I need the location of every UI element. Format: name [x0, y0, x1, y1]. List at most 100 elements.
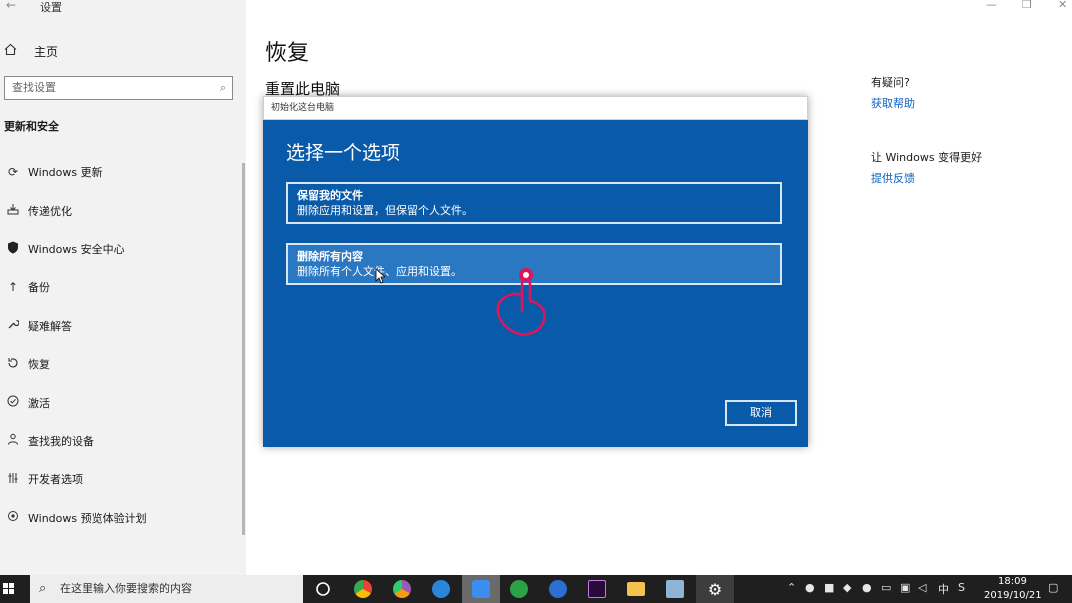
sidebar: ← 设置 主页 查找设置 ⌕ 更新和安全 ⟳ Windows 更新 传递优化 W… [0, 0, 246, 575]
dialog-title: 初始化这台电脑 [263, 96, 808, 120]
sidebar-item-developer[interactable]: 开发者选项 [0, 460, 240, 498]
delivery-icon [0, 203, 22, 218]
option-title: 删除所有内容 [297, 250, 363, 263]
notification-center-icon[interactable]: ▢ [1048, 581, 1058, 594]
battery-icon[interactable]: ▭ [881, 581, 891, 594]
wechat-icon [510, 580, 528, 598]
refresh-icon: ⟳ [7, 165, 19, 180]
sidebar-item-insider[interactable]: Windows 预览体验计划 [0, 499, 240, 537]
sidebar-item-troubleshoot[interactable]: 疑难解答 [0, 307, 240, 345]
close-icon[interactable]: ✕ [1058, 0, 1067, 11]
chrome-icon [354, 580, 372, 598]
sidebar-item-label: 备份 [28, 281, 50, 295]
network-icon[interactable]: ▣ [900, 581, 910, 594]
dialog-heading: 选择一个选项 [286, 142, 401, 164]
folder-icon [627, 582, 645, 596]
sidebar-item-label: 传递优化 [28, 204, 72, 218]
taskbar-app-wps[interactable] [539, 575, 577, 603]
gear-icon: ⚙ [707, 579, 723, 599]
notes-icon [666, 580, 684, 598]
clock-time[interactable]: 18:09 [998, 576, 1027, 587]
sidebar-item-label: 激活 [28, 396, 50, 410]
improve-question: 让 Windows 变得更好 [871, 151, 983, 164]
app-title: 设置 [40, 1, 62, 14]
tray-app-icon[interactable]: ◆ [843, 581, 851, 594]
mouse-pointer-icon [375, 268, 385, 284]
settings-window: ← 设置 主页 查找设置 ⌕ 更新和安全 ⟳ Windows 更新 传递优化 W… [0, 0, 1072, 603]
windows-logo-icon [3, 583, 14, 594]
sidebar-item-label: Windows 预览体验计划 [28, 511, 147, 525]
paper-plane-app-icon [472, 580, 490, 598]
restore-icon[interactable]: ❐ [1022, 0, 1032, 11]
task-view-button[interactable] [304, 575, 342, 603]
sidebar-item-label: 疑难解答 [28, 319, 72, 333]
sidebar-item-delivery[interactable]: 传递优化 [0, 191, 240, 229]
help-question: 有疑问? [871, 76, 910, 89]
search-icon: ⌕ [39, 581, 47, 596]
recovery-icon [0, 357, 22, 372]
ime-indicator[interactable]: 中 [938, 581, 949, 597]
wrench-icon [0, 318, 22, 333]
cortana-circle-icon [316, 582, 330, 596]
sidebar-item-home[interactable]: 主页 [4, 42, 58, 60]
edge-icon [432, 580, 450, 598]
tap-hand-icon [496, 268, 546, 336]
wps-writer-icon [549, 580, 567, 598]
sidebar-item-label: 查找我的设备 [28, 434, 94, 448]
section-heading: 更新和安全 [4, 120, 59, 133]
sidebar-item-find-device[interactable]: 查找我的设备 [0, 422, 240, 460]
sidebar-item-activation[interactable]: 激活 [0, 383, 240, 421]
sidebar-item-windows-update[interactable]: ⟳ Windows 更新 [0, 153, 240, 191]
search-placeholder: 查找设置 [12, 81, 56, 94]
home-icon [4, 43, 24, 60]
sidebar-item-backup[interactable]: ↑ 备份 [0, 268, 240, 306]
sogou-ime-icon[interactable]: S [958, 581, 965, 594]
settings-search-input[interactable]: 查找设置 ⌕ [4, 76, 233, 100]
checkmark-circle-icon [0, 395, 22, 410]
shield-icon [0, 241, 22, 257]
search-icon[interactable]: ⌕ [220, 77, 226, 99]
taskbar-app-settings[interactable]: ⚙ [696, 575, 734, 603]
minimize-icon[interactable]: — [986, 0, 997, 11]
taskbar-app-feishu[interactable] [462, 575, 500, 603]
taskbar-search-placeholder: 在这里输入你要搜索的内容 [60, 582, 192, 595]
taskbar-app-edge[interactable] [422, 575, 460, 603]
developer-icon [0, 472, 22, 487]
sidebar-item-recovery[interactable]: 恢复 [0, 345, 240, 383]
taskbar-app-premiere[interactable] [578, 575, 616, 603]
person-locate-icon [0, 433, 22, 448]
taskbar-app-wechat[interactable] [500, 575, 538, 603]
feedback-link[interactable]: 提供反馈 [871, 170, 915, 186]
back-arrow-icon[interactable]: ← [6, 0, 16, 12]
sidebar-item-label: 恢复 [28, 358, 50, 372]
insider-icon [0, 510, 22, 525]
sidebar-item-label: Windows 更新 [28, 166, 103, 180]
sidebar-item-label: 开发者选项 [28, 473, 83, 487]
sidebar-item-label: 主页 [34, 44, 59, 59]
volume-icon[interactable]: ◁ [918, 581, 926, 594]
taskbar-app-notes[interactable] [656, 575, 694, 603]
page-title: 恢复 [265, 41, 310, 66]
camera-icon[interactable]: ■ [824, 581, 834, 594]
cancel-button[interactable]: 取消 [725, 400, 797, 426]
wechat-tray-icon[interactable]: ● [862, 581, 872, 594]
tray-chevron-up-icon[interactable]: ⌃ [787, 581, 796, 594]
microphone-icon[interactable]: ● [805, 581, 815, 594]
get-help-link[interactable]: 获取帮助 [871, 95, 915, 111]
clock-date[interactable]: 2019/10/21 [984, 590, 1042, 601]
taskbar-search-input[interactable]: ⌕ 在这里输入你要搜索的内容 [30, 575, 303, 603]
taskbar-app-browser[interactable] [383, 575, 421, 603]
sidebar-nav: ⟳ Windows 更新 传递优化 Windows 安全中心 ↑ 备份 疑难解答… [0, 153, 240, 537]
taskbar: ⌕ 在这里输入你要搜索的内容 ⚙ ⌃ ● ■ ◆ ● ▭ ▣ ◁ 中 S 18:… [0, 575, 1072, 603]
title-bar: ← 设置 [0, 0, 246, 14]
sidebar-item-label: Windows 安全中心 [28, 242, 125, 256]
start-button[interactable] [0, 575, 28, 603]
option-description: 删除应用和设置，但保留个人文件。 [297, 204, 473, 217]
sidebar-item-security[interactable]: Windows 安全中心 [0, 230, 240, 268]
sidebar-scrollbar[interactable] [242, 163, 245, 535]
taskbar-app-chrome[interactable] [344, 575, 382, 603]
keep-files-option[interactable]: 保留我的文件 删除应用和设置，但保留个人文件。 [286, 182, 782, 224]
option-title: 保留我的文件 [297, 189, 363, 202]
premiere-icon [588, 580, 606, 598]
taskbar-app-explorer[interactable] [617, 575, 655, 603]
